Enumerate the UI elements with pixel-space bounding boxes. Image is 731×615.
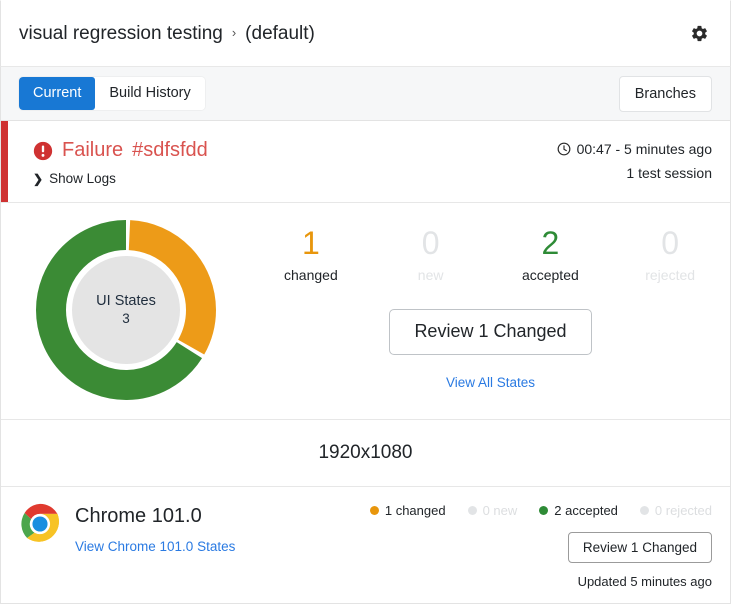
stat-changed-value: 1 (301, 225, 320, 261)
exclamation-circle-icon (33, 141, 53, 161)
stat-rejected[interactable]: 0 rejected (610, 223, 730, 283)
breadcrumb-branch[interactable]: (default) (245, 23, 315, 45)
stat-changed-label: changed (284, 267, 338, 283)
resolution-header: 1920x1080 (1, 420, 730, 487)
legend-item-changed: 1 changed (369, 503, 446, 518)
build-summary-page: visual regression testing › (default) Cu… (0, 0, 731, 615)
view-browser-states-link[interactable]: View Chrome 101.0 States (75, 539, 235, 554)
failure-meta: 00:47 - 5 minutes ago 1 test session (557, 139, 712, 188)
browser-review-changed-button[interactable]: Review 1 Changed (567, 532, 712, 563)
stat-new-value: 0 (421, 225, 440, 261)
stat-new-label: new (417, 267, 444, 283)
stats-row: 1 changed 0 new 2 accepted 0 rejected (251, 223, 730, 283)
clock-icon (557, 142, 571, 156)
test-session-count: 1 test session (626, 165, 712, 181)
legend-label-changed: 1 changed (384, 503, 446, 518)
legend-label-new: 0 new (482, 503, 518, 518)
page-header: visual regression testing › (default) (0, 0, 731, 66)
tab-build-history[interactable]: Build History (95, 76, 205, 111)
browser-legend: 1 changed 0 new 2 accepted 0 rejected (369, 503, 712, 518)
stat-accepted-value: 2 (541, 225, 560, 261)
failure-info: Failure #sdfsfdd ❯ Show Logs (19, 139, 208, 188)
legend-item-new: 0 new (467, 503, 518, 518)
tab-current[interactable]: Current (19, 76, 96, 111)
stat-new[interactable]: 0 new (371, 223, 491, 283)
legend-label-rejected: 0 rejected (654, 503, 712, 518)
stat-rejected-value: 0 (661, 225, 680, 261)
browser-name: Chrome 101.0 (75, 505, 202, 527)
stat-rejected-label: rejected (645, 267, 696, 283)
chrome-icon (19, 503, 61, 545)
failure-status-text: Failure (62, 139, 124, 161)
legend-dot-rejected-icon (639, 506, 649, 515)
tab-group: Current Build History (19, 76, 205, 111)
build-card: Failure #sdfsfdd ❯ Show Logs 00:47 - 5 m… (0, 121, 731, 604)
chevron-right-icon: ❯ (33, 171, 44, 186)
branches-button[interactable]: Branches (618, 75, 712, 112)
browser-info: Chrome 101.0 View Chrome 101.0 States (19, 503, 235, 589)
breadcrumb: visual regression testing › (default) (19, 23, 315, 45)
stat-changed[interactable]: 1 changed (251, 223, 371, 283)
failure-title: Failure #sdfsfdd (33, 139, 208, 162)
build-duration-text: 00:47 - 5 minutes ago (576, 141, 712, 157)
legend-dot-accepted-icon (539, 506, 549, 515)
breadcrumb-separator-icon: › (231, 24, 237, 40)
review-area: Review 1 Changed View All States (251, 309, 730, 390)
legend-item-accepted: 2 accepted (539, 503, 618, 518)
gear-icon[interactable] (686, 21, 712, 47)
show-logs-toggle[interactable]: ❯ Show Logs (33, 171, 208, 186)
legend-dot-changed-icon (369, 506, 379, 515)
review-changed-button[interactable]: Review 1 Changed (389, 309, 592, 355)
ui-states-donut-chart: UI States 3 (1, 215, 251, 405)
stat-accepted-label: accepted (521, 267, 579, 283)
summary-section: UI States 3 1 changed 0 new 2 accepted 0… (1, 203, 730, 420)
stat-accepted[interactable]: 2 accepted (491, 223, 611, 283)
view-all-states-link[interactable]: View All States (446, 375, 535, 390)
breadcrumb-project[interactable]: visual regression testing (19, 23, 223, 45)
show-logs-label: Show Logs (49, 171, 116, 186)
legend-item-rejected: 0 rejected (639, 503, 712, 518)
legend-label-accepted: 2 accepted (554, 503, 618, 518)
browser-stats: 1 changed 0 new 2 accepted 0 rejected Re… (369, 503, 712, 589)
tab-bar: Current Build History Branches (0, 66, 731, 121)
browser-updated-text: Updated 5 minutes ago (577, 574, 712, 589)
failure-banner: Failure #sdfsfdd ❯ Show Logs 00:47 - 5 m… (1, 121, 730, 203)
failure-build-id: #sdfsfdd (132, 139, 208, 161)
stats-panel: 1 changed 0 new 2 accepted 0 rejected Re… (251, 215, 730, 405)
browser-row: Chrome 101.0 View Chrome 101.0 States 1 … (1, 487, 730, 603)
legend-dot-new-icon (467, 506, 477, 515)
failure-accent-bar (1, 121, 8, 202)
